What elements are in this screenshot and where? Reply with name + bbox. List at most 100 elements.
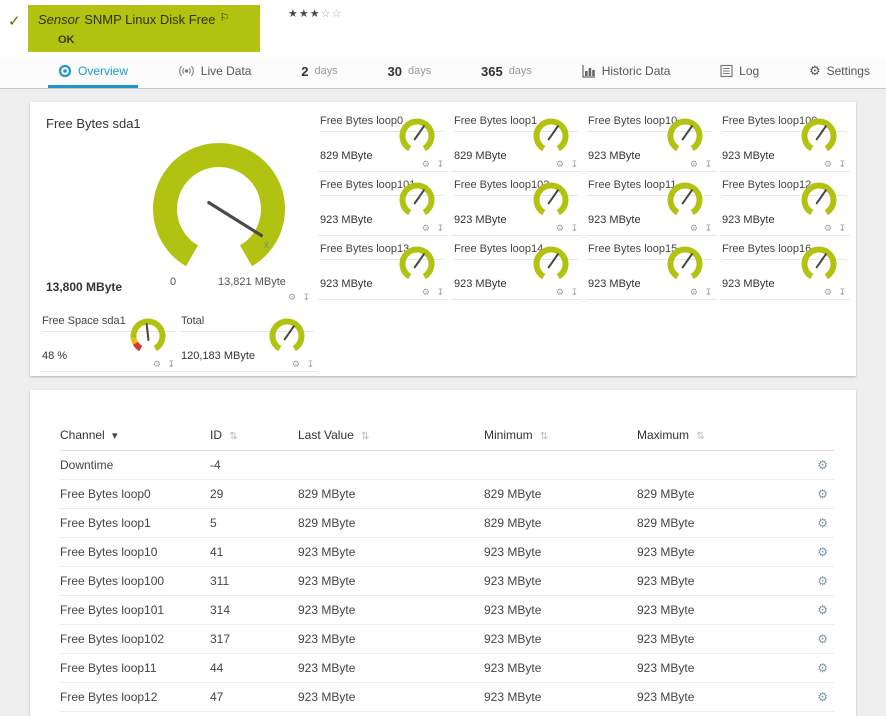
gear-icon[interactable]: ⚙: [690, 223, 700, 233]
bottom-gauges-row: Free Space sda1 48 % ⚙ ↧ Total: [38, 308, 318, 372]
gauge-needle: [549, 126, 558, 139]
table-row[interactable]: Free Bytes loop11 44 923 MByte 923 MByte…: [60, 654, 834, 683]
pin-icon[interactable]: ↧: [306, 359, 316, 369]
pin-icon[interactable]: ↧: [436, 159, 446, 169]
channel-settings-icon[interactable]: ⚙: [817, 661, 828, 675]
cell-id: 5: [210, 509, 298, 538]
pin-icon[interactable]: ↧: [704, 159, 714, 169]
gear-icon[interactable]: ⚙: [153, 359, 163, 369]
pin-icon[interactable]: ↧: [570, 159, 580, 169]
pin-icon[interactable]: ↧: [167, 359, 177, 369]
pin-icon[interactable]: ↧: [570, 287, 580, 297]
gear-icon[interactable]: ⚙: [690, 159, 700, 169]
cell-channel: Free Bytes loop1: [60, 509, 210, 538]
gauge-needle: [415, 126, 424, 139]
tab-historic-data[interactable]: Historic Data: [572, 57, 681, 88]
gear-icon[interactable]: ⚙: [288, 292, 298, 302]
cell-channel: Downtime: [60, 451, 210, 480]
channel-settings-icon[interactable]: ⚙: [817, 516, 828, 530]
gauge-needle: [549, 190, 558, 203]
gauge-value: 923 MByte: [722, 278, 775, 290]
sensor-title-banner: SensorSNMP Linux Disk Free⚐ OK: [28, 5, 260, 52]
table-row[interactable]: Free Bytes loop102 317 923 MByte 923 MBy…: [60, 625, 834, 654]
gear-icon[interactable]: ⚙: [422, 287, 432, 297]
column-header-maximum[interactable]: Maximum ⇅: [637, 422, 783, 451]
pin-icon[interactable]: ↧: [570, 223, 580, 233]
pin-icon[interactable]: ↧: [436, 287, 446, 297]
gear-icon[interactable]: ⚙: [556, 287, 566, 297]
cell-maximum: 923 MByte: [637, 683, 783, 712]
gear-icon[interactable]: ⚙: [824, 223, 834, 233]
channel-settings-icon[interactable]: ⚙: [817, 690, 828, 704]
table-row[interactable]: Free Bytes loop10 41 923 MByte 923 MByte…: [60, 538, 834, 567]
page-content: Free Bytes sda1 x̄ 0 13,821 MByte 13,800…: [0, 89, 886, 716]
table-row[interactable]: Free Bytes loop1 5 829 MByte 829 MByte 8…: [60, 509, 834, 538]
gauge-needle: [209, 203, 262, 236]
cell-maximum: 829 MByte: [637, 509, 783, 538]
table-row[interactable]: Free Bytes loop100 311 923 MByte 923 MBy…: [60, 567, 834, 596]
channel-settings-icon[interactable]: ⚙: [817, 603, 828, 617]
main-gauge-title: Free Bytes sda1: [46, 116, 141, 131]
table-header-row: Channel ▾ ID ⇅ Last Value ⇅ Minimum ⇅: [60, 422, 834, 451]
gauge-needle: [549, 254, 558, 267]
gear-icon[interactable]: ⚙: [824, 287, 834, 297]
gear-icon[interactable]: ⚙: [422, 223, 432, 233]
pin-icon[interactable]: ↧: [302, 292, 312, 302]
tab-log[interactable]: Log: [710, 57, 769, 88]
channel-settings-icon[interactable]: ⚙: [817, 487, 828, 501]
tab-live-data[interactable]: Live Data: [168, 57, 262, 88]
gear-icon[interactable]: ⚙: [556, 223, 566, 233]
tab-365-days[interactable]: 365 days: [471, 57, 542, 88]
gauge-cell: Free Bytes loop101 923 MByte ⚙ ↧: [318, 172, 448, 236]
column-header-last-value[interactable]: Last Value ⇅: [298, 422, 484, 451]
sort-icon: ⇅: [696, 431, 704, 442]
table-row[interactable]: Free Bytes loop101 314 923 MByte 923 MBy…: [60, 596, 834, 625]
gauge-cell: Free Bytes loop15 923 MByte ⚙ ↧: [586, 236, 716, 300]
tab-overview[interactable]: Overview: [48, 57, 138, 88]
pin-icon[interactable]: ↧: [838, 159, 848, 169]
table-row[interactable]: Downtime -4 ⚙: [60, 451, 834, 480]
flag-icon[interactable]: ⚐: [219, 12, 229, 24]
gear-icon[interactable]: ⚙: [824, 159, 834, 169]
gear-icon[interactable]: ⚙: [422, 159, 432, 169]
gauge-value: 923 MByte: [454, 278, 507, 290]
column-header-minimum[interactable]: Minimum ⇅: [484, 422, 637, 451]
pin-icon[interactable]: ↧: [436, 223, 446, 233]
cell-minimum: 923 MByte: [484, 538, 637, 567]
main-gauge: Free Bytes sda1 x̄ 0 13,821 MByte 13,800…: [38, 106, 318, 308]
column-label: Channel: [60, 428, 105, 442]
gauge-value: 923 MByte: [588, 278, 641, 290]
table-row[interactable]: Free Bytes loop0 29 829 MByte 829 MByte …: [60, 480, 834, 509]
channels-table: Channel ▾ ID ⇅ Last Value ⇅ Minimum ⇅: [60, 422, 834, 712]
main-gauge-value: 13,800 MByte: [46, 280, 122, 294]
sort-icon: ⇅: [540, 431, 548, 442]
tab-settings[interactable]: ⚙ Settings: [799, 57, 880, 88]
tab-2-days[interactable]: 2 days: [291, 57, 347, 88]
column-header-id[interactable]: ID ⇅: [210, 422, 298, 451]
gauge-needle: [683, 190, 692, 203]
gauges-panel: Free Bytes sda1 x̄ 0 13,821 MByte 13,800…: [30, 102, 856, 376]
gauge-needle: [817, 190, 826, 203]
gear-icon[interactable]: ⚙: [556, 159, 566, 169]
channel-settings-icon[interactable]: ⚙: [817, 545, 828, 559]
pin-icon[interactable]: ↧: [838, 287, 848, 297]
tab-unit: days: [509, 65, 532, 77]
channel-settings-icon[interactable]: ⚙: [817, 574, 828, 588]
channel-settings-icon[interactable]: ⚙: [817, 458, 828, 472]
gear-icon[interactable]: ⚙: [292, 359, 302, 369]
gauge-value: 923 MByte: [588, 214, 641, 226]
tab-number: 365: [481, 64, 503, 79]
pin-icon[interactable]: ↧: [704, 287, 714, 297]
pin-icon[interactable]: ↧: [704, 223, 714, 233]
cell-last-value: 829 MByte: [298, 480, 484, 509]
gauge-cell: Free Bytes loop16 923 MByte ⚙ ↧: [720, 236, 850, 300]
cell-id: 47: [210, 683, 298, 712]
gear-icon[interactable]: ⚙: [690, 287, 700, 297]
table-row[interactable]: Free Bytes loop12 47 923 MByte 923 MByte…: [60, 683, 834, 712]
channel-settings-icon[interactable]: ⚙: [817, 632, 828, 646]
column-header-channel[interactable]: Channel ▾: [60, 422, 210, 451]
tab-30-days[interactable]: 30 days: [378, 57, 442, 88]
cell-last-value: 923 MByte: [298, 567, 484, 596]
rating-stars[interactable]: ★★★☆☆: [288, 7, 342, 20]
pin-icon[interactable]: ↧: [838, 223, 848, 233]
